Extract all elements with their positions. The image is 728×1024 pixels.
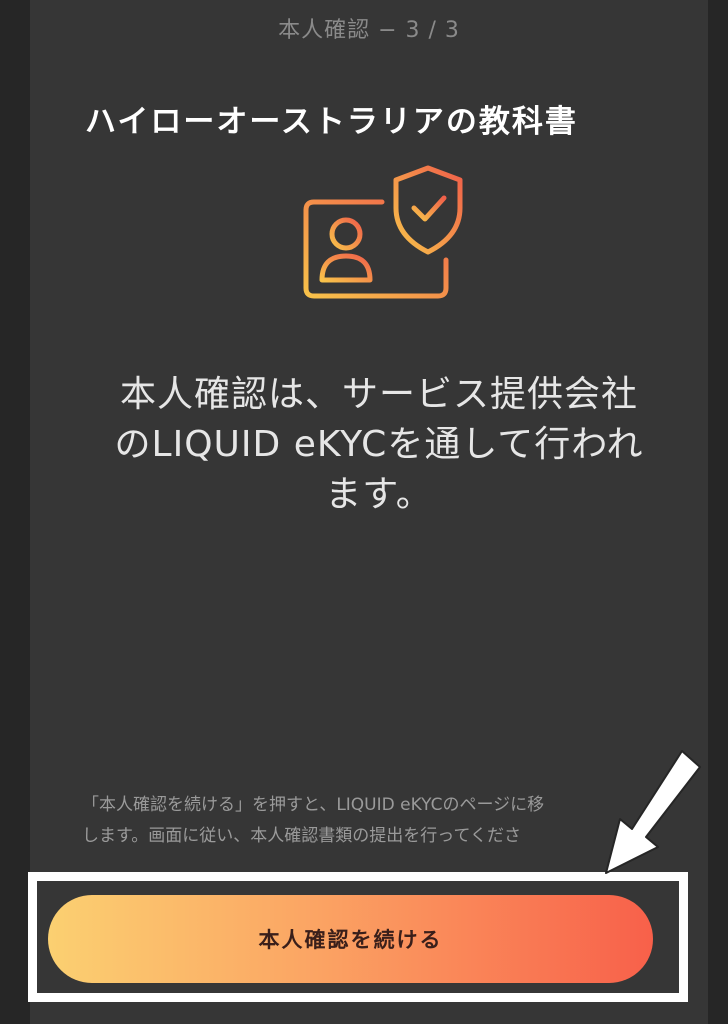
id-card-shield-check-icon <box>303 165 463 299</box>
headline-line: のLIQUID eKYCを通して行われ <box>114 424 644 465</box>
continue-verification-button[interactable]: 本人確認を続ける <box>48 895 653 983</box>
headline-line: ます。 <box>325 474 433 515</box>
white-arrow-down-left-icon <box>605 750 701 874</box>
note-line: します。画面に従い、本人確認書類の提出を行ってくださ <box>82 826 521 846</box>
site-watermark: ハイローオーストラリアの教科書 <box>85 104 578 140</box>
note-line: 「本人確認を続ける」を押すと、LIQUID eKYCのページに移 <box>82 795 545 815</box>
instruction-note: 「本人確認を続ける」を押すと、LIQUID eKYCのページに移 します。画面に… <box>82 790 662 854</box>
headline-text: 本人確認は、サービス提供会社 のLIQUID eKYCを通して行われ ます。 <box>70 370 688 520</box>
headline-line: 本人確認は、サービス提供会社 <box>119 374 638 415</box>
step-indicator: 本人確認 − 3 / 3 <box>278 18 460 43</box>
screenshot-frame: 本人確認 − 3 / 3 本人確認は、サービス提供会社 のLIQUID eKYC… <box>0 0 728 1024</box>
